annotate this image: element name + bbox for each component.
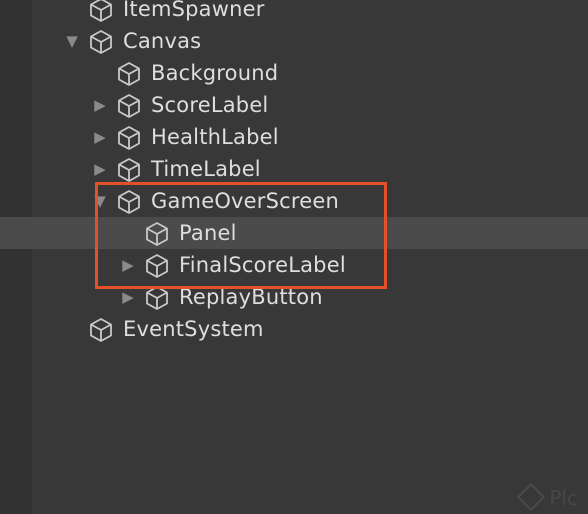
hierarchy-row[interactable]: Panel xyxy=(0,217,588,249)
hierarchy-row-label: Canvas xyxy=(123,29,202,53)
hierarchy-row-label: FinalScoreLabel xyxy=(179,253,346,277)
expand-arrow-down-icon[interactable]: ▼ xyxy=(62,25,82,57)
hierarchy-row[interactable]: ▼ Canvas xyxy=(0,25,588,57)
hierarchy-row-label: ScoreLabel xyxy=(151,93,269,117)
hierarchy-row-label: TimeLabel xyxy=(151,157,261,181)
hierarchy-row[interactable]: ▶ HealthLabel xyxy=(0,121,588,153)
gameobject-cube-icon xyxy=(116,61,142,87)
gameobject-cube-icon xyxy=(144,285,170,311)
expand-arrow-right-icon[interactable]: ▶ xyxy=(90,153,110,185)
hierarchy-row-label: ReplayButton xyxy=(179,285,323,309)
expand-arrow-right-icon[interactable]: ▶ xyxy=(90,121,110,153)
watermark: Plc xyxy=(517,482,578,512)
watermark-text: Plc xyxy=(549,486,578,510)
gameobject-cube-icon xyxy=(88,317,114,343)
hierarchy-row[interactable]: ▶ TimeLabel xyxy=(0,153,588,185)
hierarchy-row[interactable]: ▼ GameOverScreen xyxy=(0,185,588,217)
gameobject-cube-icon xyxy=(144,221,170,247)
hierarchy-row-label: Background xyxy=(151,61,279,85)
hierarchy-row-label: ItemSpawner xyxy=(123,0,265,21)
hierarchy-row-label: GameOverScreen xyxy=(151,189,340,213)
gameobject-cube-icon xyxy=(144,253,170,279)
hierarchy-row[interactable]: ▶ FinalScoreLabel xyxy=(0,249,588,281)
expand-arrow-right-icon[interactable]: ▶ xyxy=(118,249,138,281)
hierarchy-row[interactable]: Background xyxy=(0,57,588,89)
gameobject-cube-icon xyxy=(116,125,142,151)
hierarchy-row[interactable]: ▶ ReplayButton xyxy=(0,281,588,313)
watermark-logo-icon xyxy=(517,482,546,512)
hierarchy-row[interactable]: EventSystem xyxy=(0,313,588,345)
gameobject-cube-icon xyxy=(88,0,114,23)
expand-arrow-right-icon[interactable]: ▶ xyxy=(118,281,138,313)
gameobject-cube-icon xyxy=(116,189,142,215)
gameobject-cube-icon xyxy=(116,157,142,183)
hierarchy-row-label: EventSystem xyxy=(123,317,264,341)
expand-arrow-right-icon[interactable]: ▶ xyxy=(90,89,110,121)
hierarchy-row[interactable]: ▶ ScoreLabel xyxy=(0,89,588,121)
gameobject-cube-icon xyxy=(116,93,142,119)
hierarchy-row-label: Panel xyxy=(179,221,237,245)
hierarchy-row-label: HealthLabel xyxy=(151,125,279,149)
hierarchy-row[interactable]: ItemSpawner xyxy=(0,0,588,25)
expand-arrow-down-icon[interactable]: ▼ xyxy=(90,185,110,217)
gameobject-cube-icon xyxy=(88,29,114,55)
